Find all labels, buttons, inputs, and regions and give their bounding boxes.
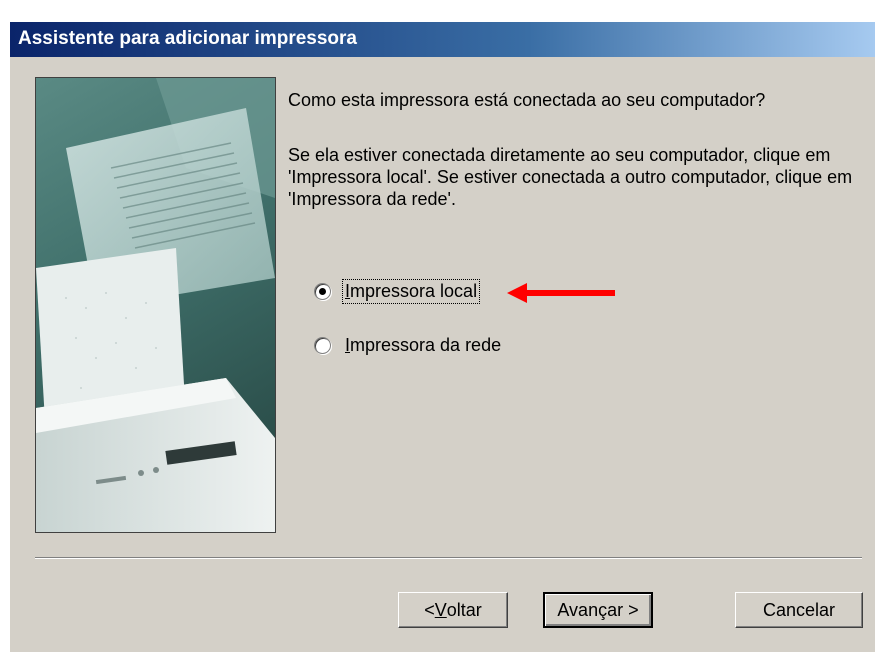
window-title: Assistente para adicionar impressora <box>18 28 357 49</box>
radio-network-printer[interactable]: Impressora da rede <box>314 334 503 357</box>
add-printer-wizard-window: Assistente para adicionar impressora Com… <box>10 22 875 652</box>
title-bar[interactable]: Assistente para adicionar impressora <box>10 22 875 57</box>
back-button[interactable]: < Voltar <box>398 592 508 628</box>
radio-button-unselected[interactable] <box>314 337 331 354</box>
radio-local-printer[interactable]: Impressora local <box>314 279 481 304</box>
local-printer-label[interactable]: Impressora local <box>341 279 481 304</box>
printer-wizard-image <box>35 77 276 533</box>
next-button[interactable]: Avançar > <box>543 592 653 628</box>
button-separator <box>35 557 862 559</box>
connection-question: Como esta impressora está conectada ao s… <box>288 90 766 110</box>
network-printer-label[interactable]: Impressora da rede <box>343 334 503 357</box>
connection-instruction: Se ela estiver conectada diretamente ao … <box>288 145 853 209</box>
radio-button-selected[interactable] <box>314 283 331 300</box>
red-arrow-icon <box>507 283 615 303</box>
cancel-button[interactable]: Cancelar <box>735 592 863 628</box>
